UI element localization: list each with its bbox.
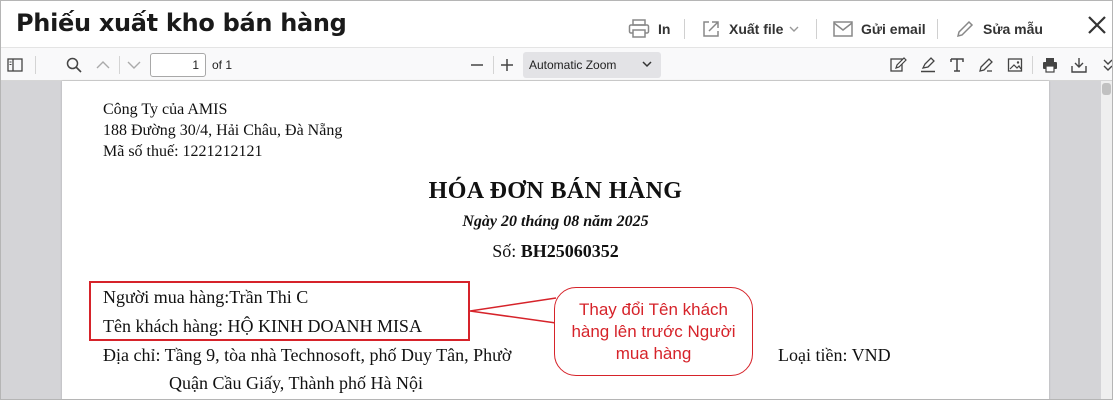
edit-text-icon[interactable] <box>888 54 910 76</box>
add-image-icon[interactable] <box>1004 54 1026 76</box>
header-divider <box>816 19 817 39</box>
print-button[interactable]: In <box>628 15 670 43</box>
scrollbar-thumb[interactable] <box>1102 83 1111 95</box>
edit-template-button[interactable]: Sửa mẫu <box>955 15 1043 43</box>
invoice-number-label: Số: <box>492 241 517 261</box>
highlight-box <box>89 281 470 341</box>
chevron-down-icon <box>642 61 652 68</box>
send-email-button[interactable]: Gửi email <box>833 15 926 43</box>
currency-line: Loại tiền: VND <box>778 345 891 365</box>
chevron-down-icon[interactable] <box>123 54 145 76</box>
save-icon[interactable] <box>1068 54 1090 76</box>
tax-code: Mã số thuế: 1221212121 <box>103 143 263 160</box>
header-divider <box>684 19 685 39</box>
zoom-out-icon[interactable] <box>466 54 488 76</box>
company-address: 188 Đường 30/4, Hải Châu, Đà Nẵng <box>103 122 343 139</box>
address-line: Địa chỉ: Tầng 9, tòa nhà Technosoft, phố… <box>103 345 512 365</box>
pencil-icon <box>956 20 974 38</box>
invoice-date: Ngày 20 tháng 08 năm 2025 <box>462 213 649 230</box>
printer-icon[interactable] <box>1039 54 1061 76</box>
dialog-header: Phiếu xuất kho bán hàng In Xuất file Gửi… <box>1 1 1112 47</box>
callout-pointer <box>470 297 557 324</box>
dialog-window: Phiếu xuất kho bán hàng In Xuất file Gửi… <box>0 0 1113 400</box>
export-file-button[interactable]: Xuất file <box>701 15 799 43</box>
print-label: In <box>658 21 671 37</box>
vertical-scrollbar[interactable] <box>1101 81 1112 399</box>
page-count-label: of 1 <box>212 58 233 72</box>
chevron-up-icon[interactable] <box>92 54 114 76</box>
invoice-number-value: BH25060352 <box>520 241 619 261</box>
more-tools-icon[interactable] <box>1097 54 1112 76</box>
search-icon[interactable] <box>63 54 85 76</box>
draw-icon[interactable] <box>975 54 997 76</box>
zoom-in-icon[interactable] <box>496 54 518 76</box>
zoom-value: Automatic Zoom <box>529 58 617 72</box>
export-icon <box>703 21 719 37</box>
toolbar-divider <box>119 56 120 74</box>
email-icon <box>833 21 853 37</box>
zoom-select[interactable]: Automatic Zoom <box>523 52 661 78</box>
sidebar-toggle-icon[interactable] <box>4 54 26 76</box>
chevron-down-icon <box>789 26 799 32</box>
dialog-title: Phiếu xuất kho bán hàng <box>16 9 347 37</box>
pdf-toolbar: 1 of 1 Automatic Zoom <box>1 47 1112 81</box>
highlight-icon[interactable] <box>917 54 939 76</box>
export-label: Xuất file <box>729 21 784 37</box>
invoice-title: HÓA ĐƠN BÁN HÀNG <box>428 178 683 204</box>
add-text-icon[interactable] <box>946 54 968 76</box>
company-block: Công Ty của AMIS 188 Đường 30/4, Hải Châ… <box>103 99 342 162</box>
email-label: Gửi email <box>861 21 926 37</box>
toolbar-divider <box>1032 56 1033 74</box>
callout-note: Thay đổi Tên khách hàng lên trước Người … <box>554 287 753 376</box>
company-name: Công Ty của AMIS <box>103 101 228 118</box>
toolbar-divider <box>35 56 36 74</box>
close-icon[interactable] <box>1085 13 1109 37</box>
page-number-input[interactable]: 1 <box>150 53 206 77</box>
edit-template-label: Sửa mẫu <box>983 21 1043 37</box>
toolbar-divider <box>493 56 494 74</box>
printer-icon <box>628 19 650 38</box>
invoice-number: Số: BH25060352 <box>62 241 1049 262</box>
address-line-2: Quận Cầu Giấy, Thành phố Hà Nội <box>169 373 423 393</box>
header-divider <box>937 19 938 39</box>
